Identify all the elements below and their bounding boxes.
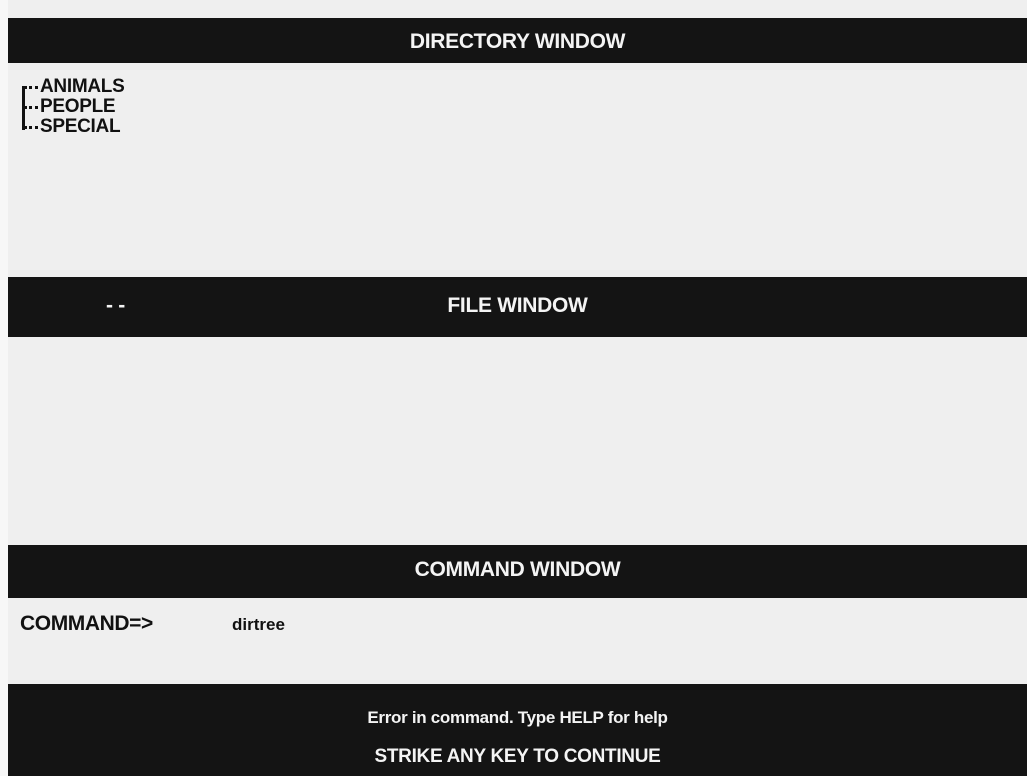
tree-item-label: ANIMALS	[40, 76, 125, 97]
tree-item-people[interactable]: PEOPLE	[20, 97, 124, 117]
continue-prompt: STRIKE ANY KEY TO CONTINUE	[374, 746, 661, 767]
tree-branch	[24, 106, 38, 109]
file-window	[8, 337, 1027, 545]
file-window-title: FILE WINDOW	[447, 294, 588, 317]
command-window-title: COMMAND WINDOW	[8, 545, 1027, 598]
screen-margin	[0, 0, 8, 776]
tree-branch	[24, 126, 38, 129]
terminal-screen: DIRECTORY WINDOW ANIMALS PEOPLE SPECIAL …	[8, 0, 1027, 776]
command-prompt: COMMAND=>	[20, 612, 153, 635]
directory-window: ANIMALS PEOPLE SPECIAL	[8, 63, 1027, 277]
tree-branch	[24, 86, 38, 89]
file-window-title-bar: - - FILE WINDOW	[8, 277, 1027, 337]
file-window-marker: - -	[106, 294, 125, 317]
tree-item-animals[interactable]: ANIMALS	[20, 76, 125, 97]
status-bar: Error in command. Type HELP for help STR…	[8, 684, 1027, 776]
command-window: COMMAND=> dirtree	[8, 598, 1027, 684]
error-message: Error in command. Type HELP for help	[367, 708, 668, 727]
directory-tree: ANIMALS PEOPLE SPECIAL	[20, 76, 125, 137]
directory-window-title: DIRECTORY WINDOW	[8, 18, 1027, 63]
command-input[interactable]: dirtree	[232, 615, 532, 635]
tree-item-special[interactable]: SPECIAL	[20, 117, 124, 137]
tree-item-label: SPECIAL	[40, 116, 121, 137]
tree-item-label: PEOPLE	[40, 96, 116, 117]
